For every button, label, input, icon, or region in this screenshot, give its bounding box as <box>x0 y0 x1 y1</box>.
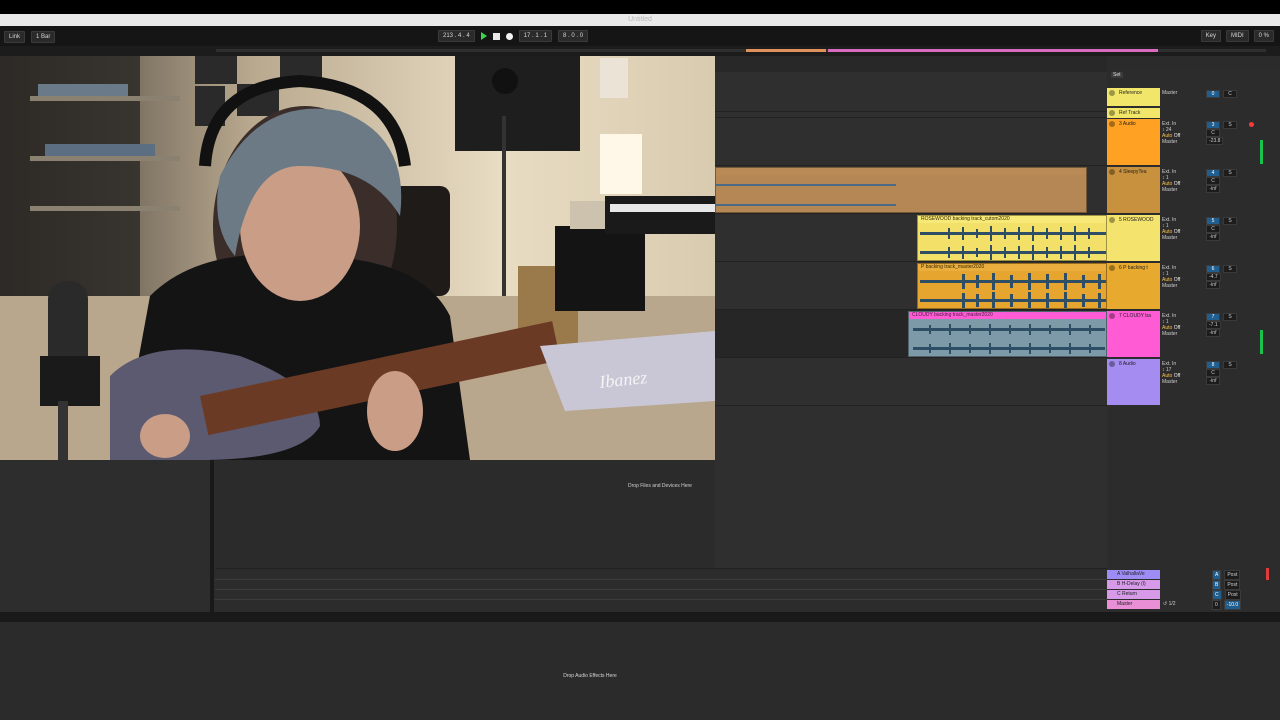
return-a-controls: A Post <box>1212 570 1241 580</box>
return-track-b[interactable]: B H-Delay (l) <box>1107 580 1160 589</box>
solo-button[interactable]: S <box>1223 121 1237 129</box>
lane-divider <box>215 589 1107 590</box>
master-track[interactable]: Master <box>1107 600 1160 609</box>
link-button[interactable]: Link <box>4 31 26 43</box>
browser-pane[interactable] <box>0 460 212 620</box>
midi-map-button[interactable]: MIDI <box>1225 30 1249 42</box>
track-header-5[interactable]: 5 ROSEWOOD <box>1107 215 1160 261</box>
record-icon[interactable] <box>505 32 513 40</box>
clip[interactable]: CLOUDY backing track_master2020 <box>908 311 1107 357</box>
waveform <box>909 319 1106 356</box>
device-view-header <box>0 612 1280 622</box>
solo-button[interactable]: S <box>1223 361 1237 369</box>
clip-title: ROSEWOOD backing track_cutom2020 <box>918 216 1106 223</box>
level-meter <box>1260 140 1263 164</box>
device-view[interactable] <box>0 622 1280 720</box>
control-bar: Link 1 Bar 213 . 4 . 4 17 . 1 . 1 8 . 0 … <box>0 26 1280 46</box>
track-header-8[interactable]: 8 Audio <box>1107 359 1160 405</box>
clip-indicator[interactable] <box>1266 568 1269 580</box>
io-track-5[interactable]: Ext. In ↕ 1 Auto Off Master <box>1162 217 1202 241</box>
control-bar-left: Link 1 Bar <box>4 31 56 43</box>
fold-icon[interactable] <box>1109 361 1115 367</box>
song-position[interactable]: 213 . 4 . 4 <box>438 30 475 42</box>
loop-start[interactable]: 17 . 1 . 1 <box>518 30 553 42</box>
waveform <box>716 175 1086 212</box>
quantize-menu[interactable]: 1 Bar <box>31 31 56 43</box>
volume-reference[interactable]: 0C <box>1206 90 1258 98</box>
io-track-8[interactable]: Ext. In ↕ 17 Auto Off Master <box>1162 361 1202 385</box>
overview-segment <box>746 49 826 52</box>
arrangement-lane-3[interactable] <box>715 118 1107 166</box>
volume-track-8[interactable]: 8S C -inf <box>1206 361 1258 385</box>
io-reference[interactable]: Master <box>1162 90 1202 96</box>
fold-icon[interactable] <box>1109 217 1115 223</box>
volume-track-4[interactable]: 4S C -inf <box>1206 169 1258 193</box>
daw-window: Untitled Link 1 Bar 213 . 4 . 4 17 . 1 .… <box>0 0 1280 720</box>
arrangement-lane-8[interactable] <box>715 358 1107 406</box>
arrangement-lane-reference[interactable] <box>715 86 1107 112</box>
io-track-3[interactable]: Ext. In ↕ 24 Auto Off Master <box>1162 121 1202 145</box>
control-bar-right: Key MIDI 0 % <box>1200 30 1274 42</box>
io-track-4[interactable]: Ext. In ↕ 1 Auto Off Master <box>1162 169 1202 193</box>
webcam-overlay: Ibanez <box>0 56 715 460</box>
master-cue-out[interactable]: ↺ 1/2 <box>1163 600 1176 609</box>
fold-icon[interactable] <box>1109 313 1115 319</box>
transport: 213 . 4 . 4 17 . 1 . 1 8 . 0 . 0 <box>438 30 589 42</box>
fold-icon[interactable] <box>1109 121 1115 127</box>
cpu-meter: 0 % <box>1253 30 1274 42</box>
arrangement-overview[interactable] <box>216 49 1266 52</box>
volume-track-6[interactable]: 6S -4.7 -inf <box>1206 265 1258 289</box>
clip[interactable]: P backing track_master2020 <box>917 263 1107 309</box>
track-header-4[interactable]: 4 SleepyTea <box>1107 167 1160 213</box>
loop-length[interactable]: 8 . 0 . 0 <box>558 30 589 42</box>
lane-divider <box>215 579 1107 580</box>
set-button[interactable]: Set <box>1111 72 1123 78</box>
io-track-6[interactable]: Ext. In ↕ 1 Auto Off Master <box>1162 265 1202 289</box>
fold-icon[interactable] <box>1109 265 1115 271</box>
waveform <box>918 223 1106 260</box>
play-icon[interactable] <box>480 32 487 40</box>
waveform <box>918 271 1106 308</box>
return-track-c[interactable]: C Return <box>1107 590 1160 599</box>
stop-icon[interactable] <box>492 32 500 40</box>
key-map-button[interactable]: Key <box>1200 30 1221 42</box>
solo-button[interactable]: S <box>1223 217 1237 225</box>
return-tracks-lanes[interactable] <box>215 568 1107 612</box>
window-title: Untitled <box>0 14 1280 26</box>
volume-track-7[interactable]: 7S -7.1 -inf <box>1206 313 1258 337</box>
arm-record-icon[interactable] <box>1249 122 1254 127</box>
return-track-a[interactable]: A ValhallaVe <box>1107 570 1160 579</box>
track-header-reference[interactable]: Reference <box>1107 88 1160 106</box>
master-controls: 0 -10.0 <box>1212 600 1242 610</box>
clip-title: P backing track_master2020 <box>918 264 1106 271</box>
overview-segment <box>828 49 1158 52</box>
io-track-7[interactable]: Ext. In ↕ 1 Auto Off Master <box>1162 313 1202 337</box>
arrangement-drop-hint: Drop Files and Devices Here <box>628 483 692 489</box>
lane-divider <box>215 599 1107 600</box>
clip[interactable]: ROSEWOOD backing track_cutom2020 <box>917 215 1107 261</box>
volume-track-5[interactable]: 5S C -inf <box>1206 217 1258 241</box>
level-meter <box>1260 330 1263 354</box>
clip-title: CLOUDY backing track_master2020 <box>909 312 1106 319</box>
clip[interactable] <box>715 167 1087 213</box>
fold-icon[interactable] <box>1109 110 1115 116</box>
arrangement-scroll-bar[interactable] <box>715 56 1107 72</box>
track-header-7[interactable]: 7 CLOUDY ba <box>1107 311 1160 357</box>
os-top-bar <box>0 0 1280 14</box>
solo-button[interactable]: S <box>1223 313 1237 321</box>
solo-button[interactable]: S <box>1223 169 1237 177</box>
track-header-ref-track[interactable]: Ref Track <box>1107 108 1160 118</box>
clip-title <box>716 168 1086 175</box>
track-header-6[interactable]: 6 P backing t <box>1107 263 1160 309</box>
fold-icon[interactable] <box>1109 90 1115 96</box>
webcam-image: Ibanez <box>0 56 715 460</box>
device-drop-hint: Drop Audio Effects Here <box>563 673 617 679</box>
return-b-controls: B Post <box>1212 580 1241 590</box>
track-header-3[interactable]: 3 Audio <box>1107 119 1160 165</box>
fold-icon[interactable] <box>1109 169 1115 175</box>
solo-button[interactable]: S <box>1223 265 1237 273</box>
return-c-controls: C Post <box>1212 590 1241 600</box>
